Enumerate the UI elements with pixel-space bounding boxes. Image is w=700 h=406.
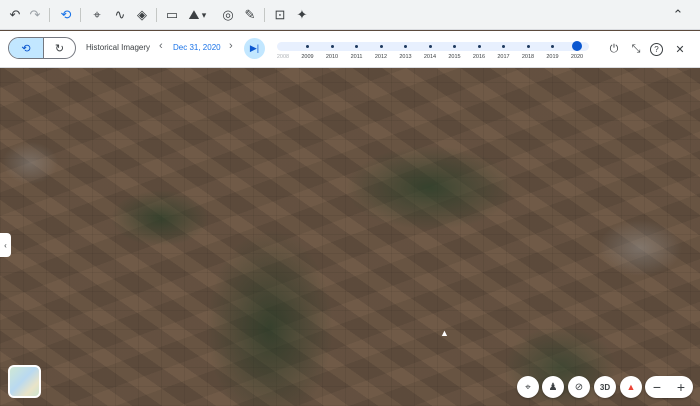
pegman-icon[interactable]: ♟: [542, 376, 564, 398]
timeline-year-marker[interactable]: [355, 45, 358, 48]
timelapse-icon[interactable]: ⏻: [606, 41, 622, 57]
timeline-year-label: 2009: [301, 54, 314, 60]
timeline-year-label: 2014: [423, 54, 437, 60]
date-selector[interactable]: Dec 31, 2020: [173, 43, 221, 52]
toolbar-divider: [156, 8, 157, 22]
timeline-year-marker[interactable]: [379, 45, 383, 48]
toolbar-divider: [80, 8, 81, 22]
timeline-track[interactable]: [277, 42, 589, 51]
collapse-toolbar-icon[interactable]: ⌃: [668, 5, 688, 25]
timeline-year-label: 2010: [325, 54, 339, 60]
map-style-thumbnail[interactable]: [8, 365, 41, 398]
path-icon[interactable]: ∿: [110, 5, 130, 25]
timeline-year-label: 2019: [546, 54, 559, 60]
close-icon[interactable]: ✕: [672, 41, 688, 57]
locate-icon[interactable]: ⌖: [517, 376, 539, 398]
timeline-handle[interactable]: [572, 41, 582, 51]
timeline-year-label: 2018: [521, 54, 535, 60]
timeline-year-label: 2016: [472, 54, 486, 60]
timeline-year-marker[interactable]: [477, 45, 481, 48]
current-mode-icon[interactable]: ↻: [44, 38, 75, 58]
satellite-map[interactable]: ▲: [0, 68, 700, 406]
pin-icon[interactable]: ⌖: [87, 5, 107, 25]
timeline-year-marker[interactable]: [551, 45, 554, 48]
ruler-icon[interactable]: ▭: [162, 5, 182, 25]
history-icon[interactable]: ⟲: [56, 5, 76, 25]
year-timeline[interactable]: 2008 2009 2010 2011 2012 2013 2014 2015 2016 2017…: [277, 41, 589, 65]
historical-imagery-label: Historical Imagery: [86, 43, 151, 52]
help-icon[interactable]: ?: [650, 43, 663, 56]
undo-icon[interactable]: ↶: [5, 5, 25, 25]
next-date-icon[interactable]: ›: [229, 40, 233, 52]
toolbar-divider: [49, 8, 50, 22]
timeline-year-label: 2020: [570, 54, 584, 60]
imagery-mode-toggle: ⟲ ↻: [8, 37, 76, 59]
tilt-off-icon[interactable]: ⊘: [568, 376, 590, 398]
zoom-control: − +: [645, 376, 693, 398]
timeline-year-marker[interactable]: [306, 45, 309, 48]
timeline-year-marker[interactable]: [404, 45, 407, 48]
chevron-left-icon: ‹: [4, 240, 7, 250]
side-panel-toggle[interactable]: ‹: [0, 233, 11, 257]
mouse-cursor-icon: ▲: [440, 328, 449, 338]
timeline-year-label: 2012: [374, 54, 388, 60]
timeline-year-marker[interactable]: [428, 45, 432, 48]
timeline-year-label: 2017: [497, 54, 510, 60]
timeline-year-marker[interactable]: [526, 45, 530, 48]
timeline-year-label: 2011: [350, 54, 363, 60]
top-toolbar: ↶ ↷ ⟲ ⌖ ∿ ◈ ▭ ⛰ ▾ ◎ ✎ ⊡ ✦ ⌃: [0, 0, 700, 30]
redo-icon[interactable]: ↷: [25, 5, 45, 25]
capture-icon[interactable]: ⊡: [270, 5, 290, 25]
zoom-in-icon[interactable]: +: [677, 379, 685, 395]
prev-date-icon[interactable]: ‹: [159, 40, 163, 52]
tools-icon[interactable]: ✎: [240, 5, 260, 25]
timeline-year-label: 2015: [448, 54, 461, 60]
timeline-year-marker[interactable]: [330, 45, 334, 48]
jump-to-latest-button[interactable]: ▶|: [244, 38, 265, 59]
timeline-year-label: 2013: [399, 54, 412, 60]
image-dropdown-icon[interactable]: ▾: [198, 5, 210, 25]
zoom-out-icon[interactable]: −: [653, 379, 661, 395]
historical-imagery-bar: ⟲ ↻ Historical Imagery ‹ Dec 31, 2020 › …: [0, 31, 700, 68]
toolbar-divider: [264, 8, 265, 22]
timeline-year-marker[interactable]: [502, 45, 505, 48]
sparkle-icon[interactable]: ✦: [292, 5, 312, 25]
historical-mode-icon[interactable]: ⟲: [9, 38, 44, 58]
compass-icon[interactable]: ▲: [620, 376, 642, 398]
timeline-year-label: 2008: [276, 54, 290, 60]
compare-icon[interactable]: ◎: [218, 5, 238, 25]
3d-button[interactable]: 3D: [594, 376, 616, 398]
layers-icon[interactable]: ◈: [132, 5, 152, 25]
timeline-year-marker[interactable]: [453, 45, 456, 48]
collapse-panel-icon[interactable]: ⤡: [628, 41, 644, 57]
